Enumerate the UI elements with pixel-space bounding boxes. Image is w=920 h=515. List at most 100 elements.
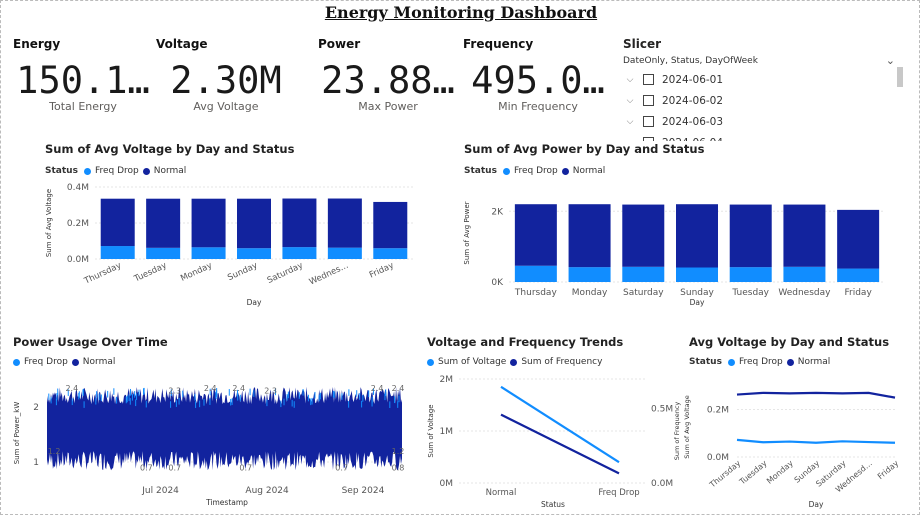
- card-value: 150.1…: [16, 59, 150, 102]
- y-tick-label: 2M: [440, 375, 454, 385]
- power-time-chart[interactable]: 1 2 2.4 2.3 2.4 2.4 2.3 2.4 2.4 1.2 1.2 0.7 0.7 0.7 0.…: [9, 371, 414, 511]
- bar-freq-drop[interactable]: [783, 266, 826, 282]
- bar-normal[interactable]: [568, 204, 611, 268]
- legend-item[interactable]: Freq Drop: [514, 166, 558, 176]
- x-axis-label: Day: [247, 298, 262, 307]
- series-freq-drop-line[interactable]: [736, 438, 896, 444]
- bar-freq-drop[interactable]: [100, 246, 135, 259]
- bar-freq-drop[interactable]: [327, 247, 362, 259]
- legend-item[interactable]: Freq Drop: [739, 357, 783, 367]
- voltage-bar-chart[interactable]: 0.0M0.2M0.4MThursday Tuesday Monday Sunday S…: [41, 177, 421, 311]
- legend-item[interactable]: Normal: [798, 357, 831, 367]
- legend-item[interactable]: Freq Drop: [24, 357, 68, 367]
- bar-normal[interactable]: [729, 204, 772, 268]
- bar-freq-drop[interactable]: [514, 265, 557, 282]
- chart-title: Sum of Avg Power by Day and Status: [464, 142, 705, 156]
- bar-freq-drop[interactable]: [568, 267, 611, 282]
- checkbox[interactable]: [643, 137, 654, 141]
- chevron-down-icon[interactable]: ⌵: [623, 75, 637, 85]
- slicer-item[interactable]: ⌵ 2024-06-04: [623, 132, 913, 141]
- bar-normal[interactable]: [100, 198, 135, 247]
- y-tick-label: 0M: [440, 479, 454, 489]
- volt-freq-chart[interactable]: 0M1M2M0.0M0.5MNormal Freq DropStatusSum o…: [421, 369, 679, 511]
- chevron-down-icon[interactable]: ⌵: [623, 117, 637, 127]
- legend-item[interactable]: Sum of Voltage: [438, 357, 506, 367]
- bar-normal[interactable]: [146, 198, 181, 248]
- legend-dot: [83, 167, 91, 175]
- x-tick-label: Friday: [845, 288, 873, 298]
- bar-normal[interactable]: [282, 198, 317, 248]
- bar-freq-drop[interactable]: [282, 247, 317, 259]
- slicer[interactable]: Slicer DateOnly, Status, DayOfWeek ⌄ ⌵ 20…: [623, 37, 913, 141]
- data-label: 2.4: [232, 384, 245, 393]
- bar-normal[interactable]: [237, 198, 271, 249]
- card-value: 2.30M: [170, 59, 282, 102]
- checkbox[interactable]: [643, 74, 654, 85]
- bar-normal[interactable]: [622, 204, 665, 267]
- series-normal-area[interactable]: [47, 386, 402, 471]
- card-header: Power: [318, 37, 361, 51]
- power-bar-chart[interactable]: 0K 2K Thursday Monday Saturday Sunday Tuesday W…: [459, 177, 899, 311]
- data-label: 1.2: [392, 447, 405, 456]
- x-axis-label: Status: [541, 500, 565, 509]
- data-label: 2.4: [204, 384, 217, 393]
- bar-freq-drop[interactable]: [837, 268, 880, 282]
- slicer-scrollbar[interactable]: [897, 67, 903, 87]
- chevron-down-icon[interactable]: ⌄: [886, 54, 895, 67]
- bar-normal[interactable]: [514, 204, 557, 266]
- card-frequency[interactable]: Frequency 495.0… Min Frequency: [463, 37, 613, 121]
- bar-freq-drop[interactable]: [237, 248, 271, 259]
- card-voltage[interactable]: Voltage 2.30M Avg Voltage: [156, 37, 296, 121]
- bar-normal[interactable]: [676, 204, 718, 268]
- x-tick-label: Sunday: [680, 288, 714, 298]
- checkbox[interactable]: [643, 116, 654, 127]
- card-energy[interactable]: Energy 150.1… Total Energy: [13, 37, 153, 121]
- slicer-item[interactable]: ⌵ 2024-06-03: [623, 111, 913, 132]
- bar-freq-drop[interactable]: [373, 248, 408, 259]
- x-axis-label: Timestamp: [205, 498, 248, 507]
- x-tick-label: Thursday: [707, 458, 742, 490]
- x-tick-label: Sunday: [226, 261, 259, 284]
- legend-item[interactable]: Sum of Frequency: [521, 357, 602, 367]
- x-tick-label: Wednesday: [778, 288, 831, 298]
- x-tick-label: Freq Drop: [598, 488, 639, 498]
- card-power[interactable]: Power 23.88… Max Power: [318, 37, 458, 121]
- bar-freq-drop[interactable]: [191, 247, 226, 259]
- y-tick-label: 2K: [491, 207, 504, 217]
- legend-dot: [561, 167, 569, 175]
- checkbox[interactable]: [643, 95, 654, 106]
- y-tick-label: 0K: [491, 278, 504, 288]
- y-axis-label: Sum of Voltage: [427, 404, 435, 457]
- legend-item[interactable]: Normal: [154, 166, 187, 176]
- x-tick-label: Saturday: [623, 288, 664, 298]
- legend-dot: [502, 167, 510, 175]
- chevron-down-icon[interactable]: ⌵: [623, 96, 637, 106]
- x-tick-label: Tuesday: [731, 288, 769, 298]
- bar-freq-drop[interactable]: [676, 267, 718, 282]
- bar-normal[interactable]: [837, 209, 880, 269]
- bar-normal[interactable]: [373, 201, 408, 249]
- legend-item[interactable]: Normal: [573, 166, 606, 176]
- chart-legend: Status Freq Drop Normal: [45, 166, 186, 176]
- bar-freq-drop[interactable]: [729, 267, 772, 282]
- bar-normal[interactable]: [191, 198, 226, 248]
- chart-legend: Status Freq Drop Normal: [689, 357, 830, 367]
- legend-item[interactable]: Normal: [83, 357, 116, 367]
- slicer-item[interactable]: ⌵ 2024-06-01: [623, 69, 913, 90]
- slicer-item-label: 2024-06-03: [662, 115, 724, 128]
- legend-dot: [427, 358, 434, 366]
- bar-normal[interactable]: [327, 198, 362, 248]
- y-tick-label: 0.2M: [67, 219, 89, 229]
- data-label: 2.3: [264, 387, 277, 396]
- bar-freq-drop[interactable]: [146, 247, 181, 259]
- legend-item[interactable]: Freq Drop: [95, 166, 139, 176]
- y-tick-label: 0.0M: [67, 255, 89, 265]
- chevron-down-icon[interactable]: ⌵: [623, 138, 637, 142]
- series-normal-line[interactable]: [736, 391, 896, 399]
- x-tick-label: Friday: [368, 261, 396, 281]
- slicer-item[interactable]: ⌵ 2024-06-02: [623, 90, 913, 111]
- bar-freq-drop[interactable]: [622, 266, 665, 282]
- legend-label: Status: [45, 166, 78, 176]
- bar-normal[interactable]: [783, 204, 826, 267]
- voltage-line-chart[interactable]: 0.0M0.2MThursdayTuesdayMondaySundaySatur…: [669, 369, 901, 511]
